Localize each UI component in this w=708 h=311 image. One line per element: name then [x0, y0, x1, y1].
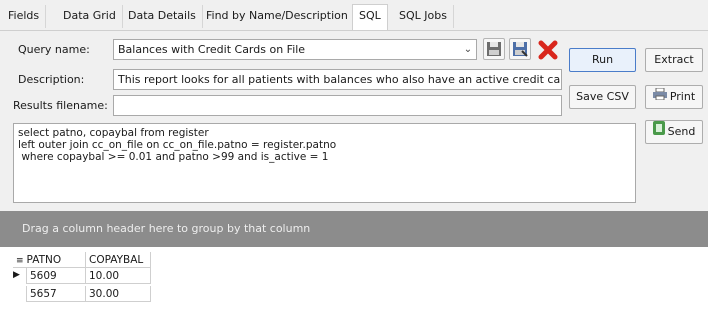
- send-button[interactable]: Send: [645, 120, 703, 144]
- column-chooser-icon[interactable]: ≡: [16, 256, 24, 266]
- tab-data-details[interactable]: Data Details: [122, 5, 203, 28]
- print-button[interactable]: Print: [645, 85, 703, 109]
- sql-editor[interactable]: select patno, copaybal from register lef…: [13, 123, 636, 203]
- group-by-hint: Drag a column header here to group by th…: [22, 222, 311, 235]
- group-by-panel[interactable]: Drag a column header here to group by th…: [0, 211, 708, 247]
- delete-icon[interactable]: [536, 38, 560, 62]
- column-header-copaybal[interactable]: COPAYBAL: [86, 252, 151, 268]
- tab-find-by-name[interactable]: Find by Name/Description: [200, 5, 355, 28]
- tab-bar: Fields Data Grid Data Details Find by Na…: [0, 0, 708, 31]
- send-label: Send: [667, 125, 696, 138]
- tab-data-grid[interactable]: Data Grid: [57, 5, 123, 28]
- chevron-down-icon[interactable]: ⌄: [460, 40, 476, 59]
- tab-sql[interactable]: SQL: [352, 4, 388, 31]
- table-cell[interactable]: 30.00: [86, 286, 151, 302]
- table-cell[interactable]: 10.00: [86, 268, 151, 284]
- send-icon: [652, 121, 665, 143]
- query-form: Query name: Balances with Credit Cards o…: [0, 31, 708, 211]
- run-button[interactable]: Run: [569, 48, 636, 72]
- column-header-patno[interactable]: ≡ PATNO: [13, 252, 86, 268]
- query-name-value: Balances with Credit Cards on File: [118, 43, 306, 56]
- results-filename-field[interactable]: [113, 95, 562, 116]
- results-grid: ≡ PATNO COPAYBAL ▶ 5609 10.00 5657 30.00: [0, 247, 708, 311]
- save-icon[interactable]: [483, 38, 505, 60]
- description-label: Description:: [18, 73, 85, 86]
- printer-icon: [652, 86, 667, 108]
- query-name-select[interactable]: Balances with Credit Cards on File ⌄: [113, 39, 477, 60]
- table-cell[interactable]: 5657: [26, 286, 86, 302]
- print-label: Print: [669, 90, 696, 103]
- tab-fields[interactable]: Fields: [2, 5, 47, 28]
- save-as-icon[interactable]: [509, 38, 531, 60]
- save-csv-button[interactable]: Save CSV: [569, 85, 636, 109]
- description-field[interactable]: This report looks for all patients with …: [113, 69, 562, 90]
- column-header-label: PATNO: [26, 254, 62, 266]
- results-filename-label: Results filename:: [13, 99, 108, 112]
- table-cell[interactable]: 5609: [26, 268, 86, 284]
- extract-button[interactable]: Extract: [645, 48, 703, 72]
- tab-sql-jobs[interactable]: SQL Jobs: [393, 5, 454, 28]
- row-indicator-icon: ▶: [13, 270, 20, 280]
- query-name-label: Query name:: [18, 43, 90, 56]
